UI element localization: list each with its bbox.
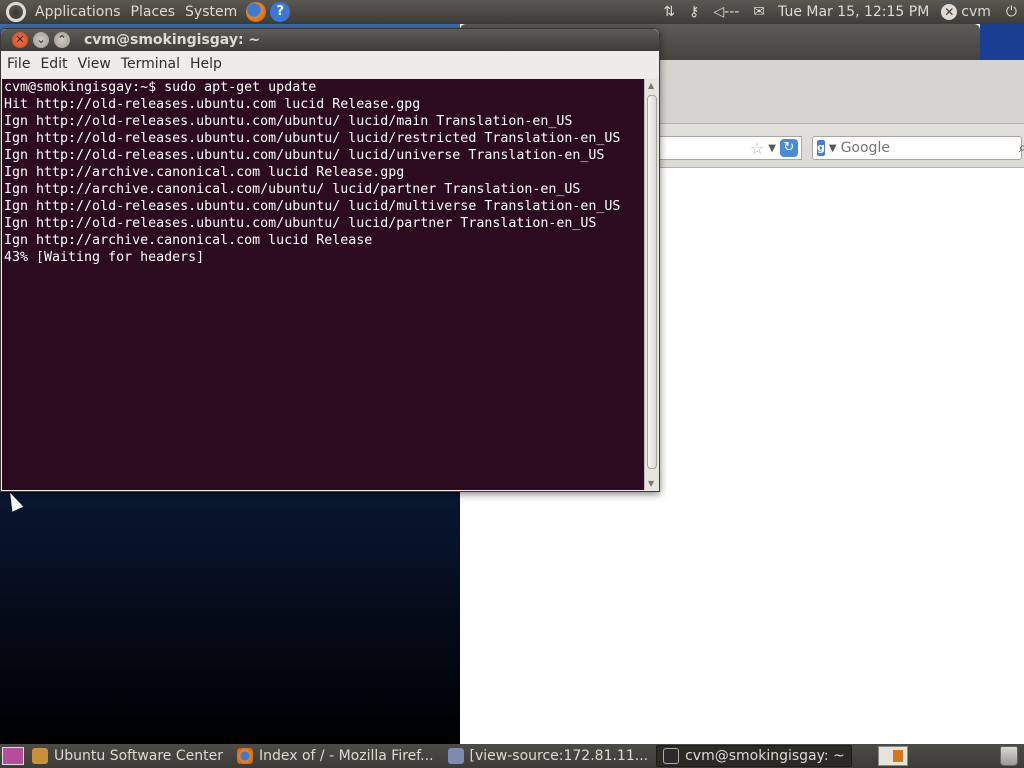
scroll-up-icon[interactable]: ▲ — [648, 81, 654, 90]
terminal-line: Ign http://old-releases.ubuntu.com/ubunt… — [4, 114, 573, 129]
terminal-title: cvm@smokingisgay: ~ — [84, 32, 261, 48]
user-name: cvm — [961, 4, 991, 20]
menu-applications[interactable]: Applications — [30, 4, 126, 20]
user-status-icon: ✕ — [941, 4, 958, 20]
terminal-line: Ign http://archive.canonical.com lucid R… — [4, 233, 373, 248]
task-firefox[interactable]: Index of / - Mozilla Firef... — [231, 745, 440, 767]
terminal-window: ✕ ⌄ ⌃ cvm@smokingisgay: ~ File Edit View… — [0, 28, 660, 492]
terminal-line: Ign http://old-releases.ubuntu.com/ubunt… — [4, 148, 605, 163]
top-panel: Applications Places System ? ⇅ ⚷ ◁--- ✉ … — [0, 0, 1024, 24]
search-input[interactable] — [840, 140, 1015, 156]
scrollbar-thumb[interactable] — [647, 95, 657, 469]
terminal-line: Ign http://old-releases.ubuntu.com/ubunt… — [4, 131, 621, 146]
engine-dropdown-icon[interactable]: ▼ — [829, 143, 837, 154]
volume-icon[interactable]: ◁--- — [713, 4, 739, 20]
menu-places[interactable]: Places — [126, 4, 181, 20]
main-menu: Applications Places System — [30, 0, 242, 24]
terminal-titlebar[interactable]: ✕ ⌄ ⌃ cvm@smokingisgay: ~ — [1, 29, 659, 51]
terminal-line: Ign http://old-releases.ubuntu.com/ubunt… — [4, 216, 597, 231]
terminal-line: 43% [Waiting for headers] — [4, 250, 205, 265]
terminal-line: Ign http://old-releases.ubuntu.com/ubunt… — [4, 199, 621, 214]
task-label: Index of / - Mozilla Firef... — [258, 748, 434, 764]
user-menu[interactable]: ✕ cvm — [941, 4, 991, 20]
menu-help[interactable]: Help — [184, 56, 226, 72]
maximize-icon[interactable]: ⌃ — [54, 32, 70, 48]
software-center-icon — [32, 748, 48, 764]
bookmark-star-icon[interactable]: ☆ — [750, 139, 764, 158]
help-icon[interactable]: ? — [270, 2, 291, 22]
system-tray: ⇅ ⚷ ◁--- ✉ Tue Mar 15, 12:15 PM ✕ cvm ⏻ — [656, 0, 1024, 24]
search-icon[interactable]: ⌕ — [1019, 140, 1024, 156]
terminal-line: Hit http://old-releases.ubuntu.com lucid… — [4, 97, 421, 112]
bottom-panel: Ubuntu Software Center Index of / - Mozi… — [0, 744, 1024, 768]
terminal-menubar: File Edit View Terminal Help — [1, 51, 659, 77]
task-terminal[interactable]: cvm@smokingisgay: ~ — [656, 745, 852, 767]
menu-system[interactable]: System — [180, 4, 242, 20]
menu-file[interactable]: File — [1, 56, 34, 72]
mail-icon[interactable]: ✉ — [753, 4, 765, 20]
terminal-output[interactable]: cvm@smokingisgay:~$ sudo apt-get update H… — [2, 79, 644, 490]
show-desktop-icon[interactable] — [2, 747, 24, 765]
terminal-scrollbar[interactable]: ▲ ▼ — [644, 79, 659, 490]
web-page-icon — [447, 748, 464, 764]
clock[interactable]: Tue Mar 15, 12:15 PM — [778, 4, 929, 20]
task-software-center[interactable]: Ubuntu Software Center — [26, 745, 229, 767]
power-icon[interactable]: ⏻ — [1006, 4, 1017, 20]
workspace-switcher[interactable] — [878, 746, 908, 766]
terminal-line: Ign http://archive.canonical.com/ubuntu/… — [4, 182, 581, 197]
menu-terminal[interactable]: Terminal — [115, 56, 184, 72]
close-icon[interactable]: ✕ — [12, 32, 28, 48]
task-label: cvm@smokingisgay: ~ — [685, 748, 845, 764]
terminal-line: Ign http://archive.canonical.com lucid R… — [4, 165, 405, 180]
task-view-source[interactable]: [view-source:172.81.11... — [442, 745, 655, 767]
task-label: [view-source:172.81.11... — [469, 748, 649, 764]
menu-edit[interactable]: Edit — [34, 56, 71, 72]
terminal-line: cvm@smokingisgay:~$ sudo apt-get update — [4, 80, 317, 95]
menu-view[interactable]: View — [72, 56, 115, 72]
network-arrows-icon[interactable]: ⇅ — [663, 4, 675, 20]
minimize-icon[interactable]: ⌄ — [33, 32, 49, 48]
address-bar[interactable]: ☆ ▼ ↻ — [656, 136, 802, 160]
terminal-icon — [663, 748, 680, 764]
google-engine-icon[interactable]: g — [817, 140, 825, 156]
trash-icon[interactable] — [1000, 746, 1018, 766]
firefox-icon — [236, 748, 253, 764]
history-dropdown-icon[interactable]: ▼ — [768, 143, 776, 154]
task-label: Ubuntu Software Center — [54, 748, 223, 764]
key-icon[interactable]: ⚷ — [689, 4, 699, 20]
scroll-down-icon[interactable]: ▼ — [648, 479, 654, 488]
search-bar[interactable]: g ▼ ⌕ — [812, 136, 1024, 160]
firefox-launcher-icon[interactable] — [246, 2, 267, 22]
ubuntu-logo-icon[interactable] — [6, 2, 26, 22]
reload-icon[interactable]: ↻ — [780, 139, 798, 157]
desktop-edge — [980, 24, 1024, 60]
